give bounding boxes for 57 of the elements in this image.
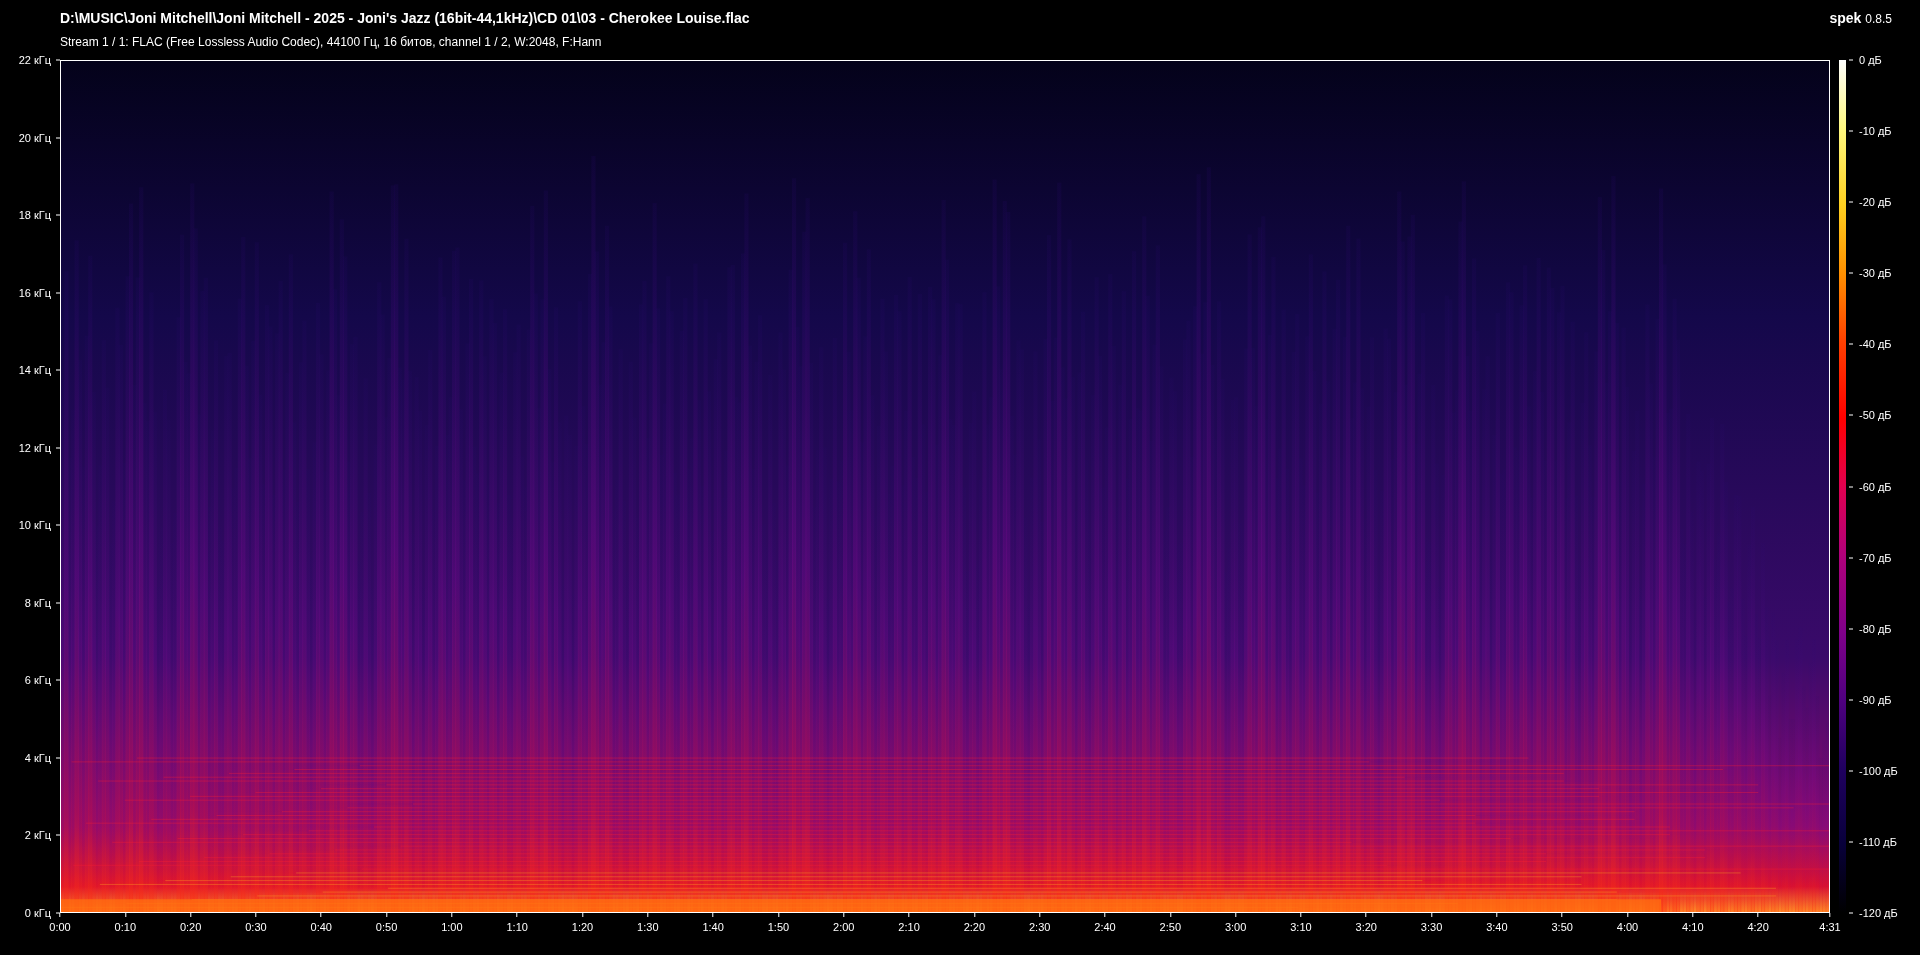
db-label: -20 дБ — [1859, 195, 1892, 209]
frequency-label: 6 кГц — [24, 673, 51, 687]
stream-info: Stream 1 / 1: FLAC (Free Lossless Audio Codec), 44100 Гц, 16 битов, channel 1 / 2, W:2048, F:Hann — [60, 34, 602, 50]
time-label: 2:10 — [898, 921, 920, 934]
frequency-label: 2 кГц — [24, 828, 51, 842]
frequency-label: 10 кГц — [18, 518, 51, 532]
db-label: -60 дБ — [1859, 480, 1892, 493]
time-label: 3:50 — [1551, 921, 1573, 934]
time-label: 4:10 — [1682, 921, 1704, 934]
db-label: -90 дБ — [1859, 693, 1892, 707]
time-label: 1:30 — [637, 921, 659, 934]
db-label: -110 дБ — [1859, 835, 1897, 849]
frequency-label: 14 кГц — [18, 363, 51, 377]
time-label: 2:50 — [1159, 921, 1182, 934]
time-label: 3:10 — [1290, 921, 1312, 934]
time-label: 3:00 — [1224, 921, 1247, 934]
time-label: 2:00 — [833, 921, 855, 934]
frequency-label: 8 кГц — [24, 596, 51, 610]
db-label: -100 дБ — [1859, 764, 1898, 778]
frequency-label: 12 кГц — [18, 441, 51, 455]
time-label: 4:31 — [1819, 921, 1841, 934]
app-name: spek — [1829, 9, 1862, 28]
time-label: 3:40 — [1486, 921, 1508, 934]
time-label: 3:20 — [1355, 921, 1377, 934]
time-label: 1:00 — [441, 921, 463, 934]
frequency-label: 22 кГц — [18, 53, 51, 67]
time-label: 0:30 — [245, 921, 267, 934]
time-label: 1:40 — [702, 921, 724, 934]
time-label: 4:00 — [1616, 921, 1639, 934]
time-label: 0:50 — [375, 921, 398, 934]
frequency-label: 16 кГц — [18, 286, 51, 300]
db-label: -30 дБ — [1859, 266, 1892, 280]
db-label: -80 дБ — [1859, 622, 1892, 636]
frequency-label: 4 кГц — [24, 751, 51, 765]
time-label: 1:20 — [571, 921, 594, 934]
time-label: 0:20 — [179, 921, 202, 934]
db-label: -50 дБ — [1859, 408, 1892, 422]
db-label: -10 дБ — [1859, 124, 1892, 138]
db-label: -70 дБ — [1859, 551, 1892, 565]
file-path-title: D:\MUSIC\Joni Mitchell\Joni Mitchell - 2025 - Joni's Jazz (16bit-44,1kHz)\CD 01\03 - Cherokee Louise.flac — [60, 9, 750, 28]
frequency-label: 18 кГц — [18, 208, 51, 222]
app-version: 0.8.5 — [1865, 11, 1892, 28]
frequency-label: 0 кГц — [24, 906, 51, 920]
time-label: 4:20 — [1747, 921, 1769, 934]
time-label: 0:40 — [310, 921, 332, 934]
time-label: 0:00 — [49, 921, 71, 934]
time-label: 3:30 — [1420, 921, 1443, 934]
time-label: 0:10 — [114, 921, 136, 934]
time-label: 2:40 — [1094, 921, 1116, 934]
time-label: 1:10 — [506, 921, 528, 934]
db-label: -120 дБ — [1859, 906, 1898, 920]
db-label: 0 дБ — [1859, 53, 1882, 67]
time-label: 1:50 — [767, 921, 790, 934]
time-label: 2:20 — [963, 921, 986, 934]
time-label: 2:30 — [1029, 921, 1051, 934]
frequency-label: 20 кГц — [18, 131, 51, 145]
db-label: -40 дБ — [1859, 337, 1892, 351]
